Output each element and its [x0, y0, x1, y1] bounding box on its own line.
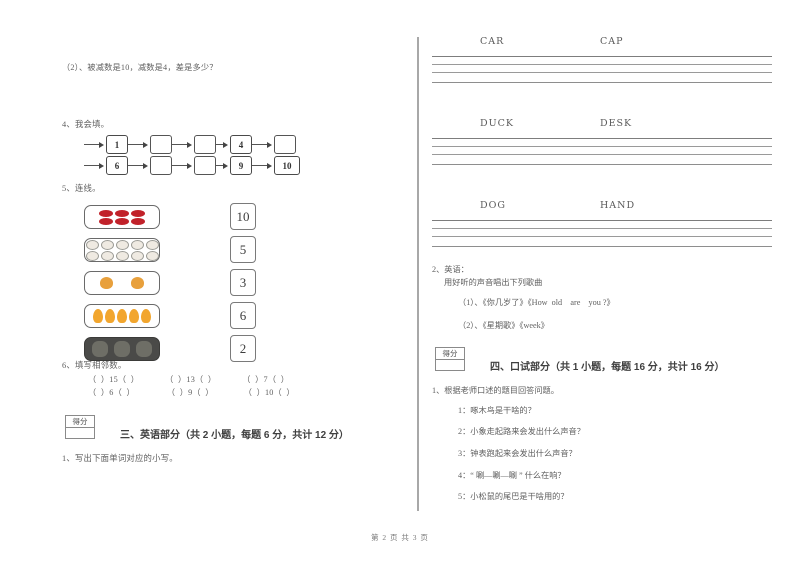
word-label: HAND [600, 200, 636, 211]
picture-box-orange-chicks[interactable] [84, 271, 160, 296]
q6-cell[interactable]: （ ）6（ ） [88, 388, 135, 397]
q6-cell[interactable]: （ ）15（ ） [88, 375, 139, 384]
q4-cell[interactable] [194, 135, 216, 155]
four-line-guide[interactable] [432, 56, 772, 86]
q6-cell[interactable]: （ ）10（ ） [244, 388, 295, 397]
q4-cell[interactable] [274, 135, 296, 155]
q4-label: 4、我会填。 [62, 120, 110, 130]
arrow-icon [172, 161, 194, 170]
q4-cell[interactable]: 4 [230, 135, 252, 155]
q6-row-2[interactable]: （ ）6（ ） （ ）9（ ） （ ）10（ ） [88, 387, 392, 399]
arrow-icon [252, 140, 274, 149]
arrow-icon [84, 140, 106, 149]
q4-row-2: 6 9 10 [84, 155, 392, 176]
picture-box-red-apples[interactable] [84, 205, 160, 230]
number-box[interactable]: 2 [230, 335, 256, 363]
word-row-2: DUCK DESK [432, 118, 778, 138]
word-label: CAP [600, 36, 624, 47]
arrow-icon [216, 161, 230, 170]
word-label: DUCK [480, 118, 514, 129]
word-label: DOG [480, 200, 506, 211]
left-column: （2）、被减数是10，减数是4，差是多少？ 4、我会填。 1 4 6 9 10 … [62, 62, 392, 512]
right-column: CAR CAP DUCK DESK DOG HAND 2、英语： 用好听的声音唱… [432, 36, 778, 516]
q6-cell[interactable]: （ ）7（ ） [242, 375, 289, 384]
four-line-guide[interactable] [432, 138, 772, 168]
q6-row-1[interactable]: （ ）15（ ） （ ）13（ ） （ ）7（ ） [88, 374, 392, 386]
picture-box-yellow-flames[interactable] [84, 304, 160, 329]
arrow-icon [128, 140, 150, 149]
section-3-q1-label: 1、写出下面单词对应的小写。 [62, 453, 178, 463]
song-item: （1）、《你几岁了》《How old are you ?》 [458, 298, 615, 308]
score-box[interactable]: 得分 [65, 414, 95, 439]
carry-over-question: （2）、被减数是10，减数是4，差是多少？ [62, 63, 218, 72]
q2-label: 2、英语： [432, 265, 469, 274]
section-4-header: 得分 四、口试部分（共 1 小题，每题 16 分，共计 16 分） [432, 346, 778, 377]
q5-label: 5、连线。 [62, 184, 101, 194]
arrow-icon [84, 161, 106, 170]
arrow-icon [172, 140, 194, 149]
dark-monkeys-icon [92, 341, 152, 358]
q4-cell[interactable] [150, 156, 172, 176]
section-3-header: 得分 三、英语部分（共 2 小题，每题 6 分，共计 12 分） [62, 414, 392, 445]
word-label: CAR [480, 36, 505, 47]
song-item: （2）、《星期歌》《week》 [458, 321, 549, 331]
number-box[interactable]: 10 [230, 203, 256, 231]
oral-question: 4：“ 唰—唰—唰 ” 什么在响？ [458, 470, 566, 480]
number-box[interactable]: 5 [230, 236, 256, 264]
word-row-1: CAR CAP [432, 36, 778, 56]
q4-cell[interactable]: 9 [230, 156, 252, 176]
page-footer: 第 2 页 共 3 页 [371, 533, 429, 542]
orange-chicks-icon [100, 277, 144, 290]
picture-box-dark-monkeys[interactable] [84, 337, 160, 362]
q6-cell[interactable]: （ ）9（ ） [167, 388, 214, 397]
q5-matching-area: 10 5 3 6 2 [62, 199, 392, 363]
oral-question: 3：钟表跑起来会发出什么声音？ [458, 448, 577, 458]
arrow-icon [216, 140, 230, 149]
q4-cell[interactable] [194, 156, 216, 176]
q4-cell[interactable] [150, 135, 172, 155]
arrow-icon [252, 161, 274, 170]
score-label: 得分 [436, 348, 464, 360]
oral-question: 2：小象走起路来会发出什么声音？ [458, 427, 585, 437]
number-box[interactable]: 3 [230, 269, 256, 297]
picture-box-white-sheep[interactable] [84, 238, 160, 263]
word-label: DESK [600, 118, 633, 129]
q4-cell[interactable]: 10 [274, 156, 300, 176]
q4-cell[interactable]: 6 [106, 156, 128, 176]
q4-row-1: 1 4 [84, 134, 392, 155]
yellow-flames-icon [93, 309, 151, 324]
oral-question: 5：小松鼠的尾巴是干啥用的？ [458, 492, 569, 502]
q4-cell[interactable]: 1 [106, 135, 128, 155]
q6-cell[interactable]: （ ）13（ ） [165, 375, 216, 384]
q2-instruction: 用好听的声音唱出下列歌曲 [444, 277, 543, 287]
white-sheep-icon [85, 239, 159, 261]
word-row-3: DOG HAND [432, 200, 778, 220]
arrow-icon [128, 161, 150, 170]
red-apples-icon [99, 209, 145, 225]
number-box[interactable]: 6 [230, 302, 256, 330]
four-line-guide[interactable] [432, 220, 772, 250]
section-4-q1-label: 1、根据老师口述的题目回答问题。 [432, 385, 559, 395]
score-label: 得分 [66, 416, 94, 428]
section-3-title: 三、英语部分（共 2 小题，每题 6 分，共计 12 分） [120, 429, 349, 441]
exam-paper-page: （2）、被减数是10，减数是4，差是多少？ 4、我会填。 1 4 6 9 10 … [0, 0, 800, 565]
column-divider [417, 37, 419, 511]
section-4-title: 四、口试部分（共 1 小题，每题 16 分，共计 16 分） [490, 361, 725, 373]
q6-label: 6、填写相邻数。 [62, 361, 127, 371]
score-box[interactable]: 得分 [435, 346, 465, 371]
oral-question: 1：啄木鸟是干啥的？ [458, 405, 536, 415]
